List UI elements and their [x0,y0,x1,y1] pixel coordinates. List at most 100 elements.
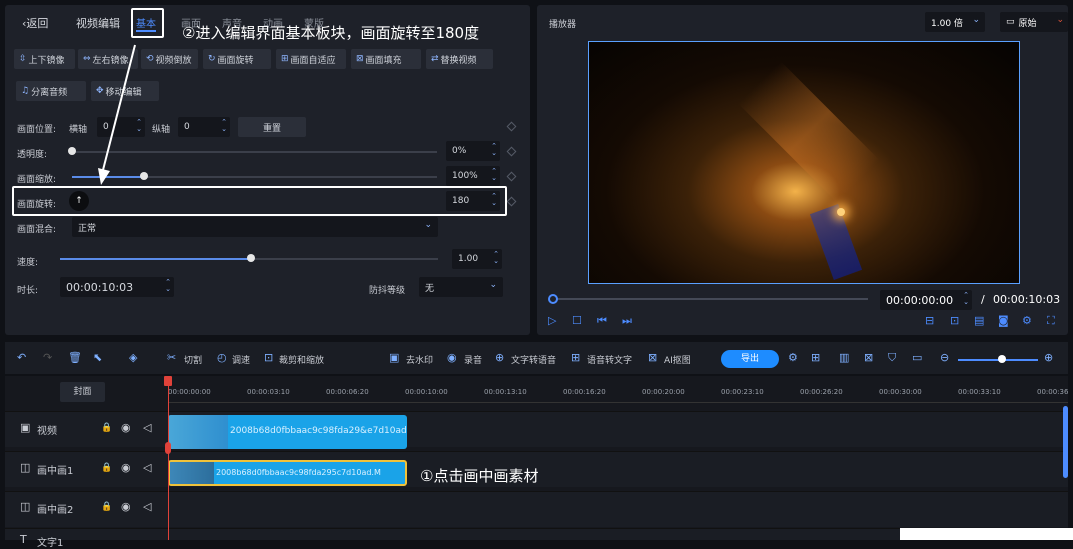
caption-icon[interactable]: ▤ [974,314,984,327]
undo-icon[interactable]: ↶ [17,351,26,364]
cover-button[interactable]: 封面 [60,382,105,402]
speed-button[interactable]: 调速 [232,353,250,366]
lock-icon-3[interactable]: 🔒 [101,502,112,512]
watermark-icon[interactable]: ▣ [389,351,399,364]
record-icon[interactable]: ◉ [447,351,457,364]
delete-icon[interactable]: 🗑 [68,351,82,364]
player-progress-knob[interactable] [548,294,558,304]
opacity-label: 透明度: [17,150,48,160]
flip-vertical-button[interactable]: ⇳ 上下镜像 [14,49,75,69]
tts-button[interactable]: 文字转语音 [511,353,556,366]
crop-button[interactable]: 裁剪和缩放 [279,353,324,366]
lock-icon-2[interactable]: 🔒 [101,463,112,473]
flip-v-icon: ⇳ [19,54,27,64]
mute-icon-3[interactable]: ◁ [143,500,151,513]
text-track-label: 文字1 [37,538,64,549]
blend-label: 画面混合: [17,225,57,235]
duration-input[interactable]: 00:00:10:03 ⌃ ⌄ [60,277,174,297]
audio-icon: ♫ [21,86,30,96]
speed-icon[interactable]: ◴ [217,351,227,364]
cut-button[interactable]: 切割 [184,353,202,366]
prev-frame-icon[interactable]: ⏮ [597,314,607,328]
stt-icon[interactable]: ⊞ [571,351,580,364]
export-button[interactable]: 导出 [721,350,779,368]
settings-icon[interactable]: ⚙ [1022,314,1032,327]
focus-icon[interactable]: ⊡ [950,314,959,327]
video-clip[interactable]: 2008b68d0fbbaac9c98fda29&e7d10ad [168,415,407,449]
player-progress[interactable] [553,298,868,300]
stop-icon[interactable]: ☐ [572,314,582,327]
fill-icon: ⊠ [356,54,364,64]
blend-select[interactable]: 正常 ⌄ [72,217,438,237]
back-button[interactable]: ‹返回 [22,15,48,31]
lock-icon[interactable]: 🔒 [101,423,112,433]
record-button[interactable]: 录音 [464,353,482,366]
watermark-button[interactable]: 去水印 [406,353,433,366]
annotation-step1: ①点击画中画素材 [420,467,539,485]
tool-icon-3[interactable]: ▥ [839,351,849,364]
stt-button[interactable]: 语音转文字 [587,353,632,366]
pip-clip[interactable]: 2008b68d0fbbaac9c98fda295c7d10ad.M [168,460,407,486]
layout-icon[interactable]: ⊟ [925,314,934,327]
fill-button[interactable]: ⊠ 画面填充 [351,49,421,69]
crop-icon[interactable]: ⊡ [264,351,273,364]
zoom-out-icon[interactable]: ⊖ [940,351,949,364]
zoom-in-icon[interactable]: ⊕ [1044,351,1053,364]
tool-icon-2[interactable]: ⊞ [811,351,820,364]
reset-button[interactable]: 重置 [238,117,306,137]
eye-icon-2[interactable]: ◉ [121,461,131,474]
tool-icon-4[interactable]: ⊠ [864,351,873,364]
speed-select[interactable]: 1.00 倍 ⌄ [925,12,985,32]
redo-icon[interactable]: ↷ [43,351,52,364]
shake-select[interactable]: 无 ⌄ [419,277,503,297]
play-icon[interactable]: ▷ [548,314,556,327]
mute-icon-2[interactable]: ◁ [143,461,151,474]
tick-8: 00:00:26:20 [800,388,843,396]
tool-icon-1[interactable]: ⚙ [788,351,798,364]
ai-cutout-button[interactable]: AI抠图 [664,353,691,366]
ai-cutout-icon[interactable]: ⊠ [648,351,657,364]
eye-icon[interactable]: ◉ [121,421,131,434]
tick-6: 00:00:20:00 [642,388,685,396]
mute-icon[interactable]: ◁ [143,421,151,434]
select-icon[interactable]: ⬉ [93,351,102,364]
fullscreen-icon[interactable]: ⛶ [1047,314,1055,328]
camera-icon[interactable]: ◙ [998,314,1009,327]
clip-waveform [168,415,228,449]
ime-tray [900,528,1073,540]
speed-input[interactable]: 1.00 ⌃ ⌄ [452,249,502,269]
playhead[interactable] [168,378,169,540]
scale-label: 画面缩放: [17,175,57,185]
cut-icon[interactable]: ✂ [167,351,176,364]
marker-icon[interactable]: ◈ [129,351,137,364]
speed-knob[interactable] [247,254,255,262]
v-axis-input[interactable]: 0 ⌃ ⌄ [178,117,230,137]
timeline-scrollbar[interactable] [1063,406,1068,478]
tick-7: 00:00:23:10 [721,388,764,396]
monitor-icon: ▭ [1006,17,1015,27]
chevron-down-icon-3: ⌄ [972,15,980,25]
scale-input[interactable]: 100% ⌃ ⌄ [446,166,500,186]
next-frame-icon[interactable]: ⏭ [622,314,632,328]
opacity-input[interactable]: 0% ⌃ ⌄ [446,141,500,161]
playhead-handle[interactable] [164,376,172,386]
tool-icon-6[interactable]: ▭ [912,351,922,364]
tts-icon[interactable]: ⊕ [495,351,504,364]
opacity-knob[interactable] [68,147,76,155]
ratio-select[interactable]: ▭ 原始 ⌄ [1000,12,1068,32]
chevron-down-icon: ⌄ [424,220,432,230]
shield-icon[interactable]: ⛉ [888,351,896,365]
split-audio-button[interactable]: ♫ 分离音频 [16,81,86,101]
video-track-label: 视频 [37,426,57,437]
fit-button[interactable]: ⊞ 画面自适应 [276,49,346,69]
eye-icon-3[interactable]: ◉ [121,500,131,513]
rotate-button[interactable]: ↻ 画面旋转 [203,49,271,69]
chevron-down-icon-2: ⌄ [489,280,497,290]
current-time-input[interactable]: 00:00:00:00 ⌃ ⌄ [880,290,972,310]
replace-video-button[interactable]: ⇄ 替换视频 [426,49,493,69]
tick-11: 00:00:36 [1037,388,1069,396]
pip1-track-label: 画中画1 [37,466,74,477]
chevron-down-icon-4: ⌄ [1056,15,1064,25]
tab-video-edit[interactable]: 视频编辑 [76,15,120,31]
zoom-knob[interactable] [998,355,1006,363]
